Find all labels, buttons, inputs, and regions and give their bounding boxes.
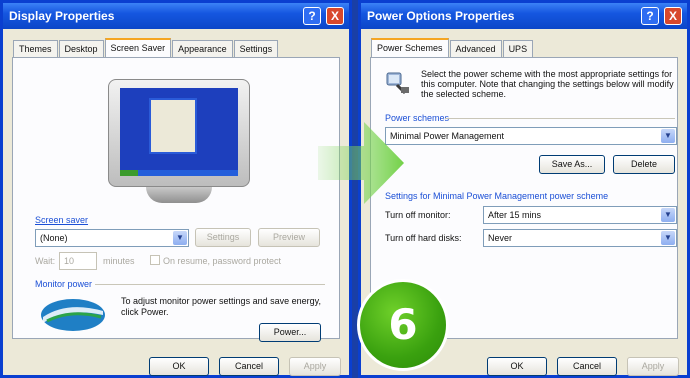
cancel-button[interactable]: Cancel — [557, 357, 617, 376]
turn-off-monitor-label: Turn off monitor: — [385, 210, 451, 220]
minutes-label: minutes — [103, 256, 135, 266]
tab-appearance[interactable]: Appearance — [172, 40, 233, 57]
help-button[interactable]: ? — [641, 7, 659, 25]
power-scheme-value: Minimal Power Management — [390, 131, 505, 141]
turn-off-disks-select[interactable]: Never ▼ — [483, 229, 677, 247]
ok-button[interactable]: OK — [149, 357, 209, 376]
tab-advanced[interactable]: Advanced — [449, 40, 502, 57]
turn-off-monitor-select[interactable]: After 15 mins ▼ — [483, 206, 677, 224]
chevron-down-icon: ▼ — [173, 231, 187, 245]
power-titlebar: Power Options Properties ? X — [361, 3, 687, 29]
turn-off-monitor-value: After 15 mins — [488, 210, 542, 220]
settings-button[interactable]: Settings — [195, 228, 251, 247]
power-tabs: Power Schemes Advanced UPS — [371, 38, 534, 57]
tab-screen-saver[interactable]: Screen Saver — [104, 38, 172, 57]
chevron-down-icon: ▼ — [661, 129, 675, 143]
on-resume-label: On resume, password protect — [163, 256, 282, 266]
right-arrow-icon — [318, 122, 404, 204]
power-title: Power Options Properties — [367, 9, 515, 23]
password-protect-checkbox[interactable] — [150, 255, 160, 265]
turn-off-disks-value: Never — [488, 233, 513, 243]
chevron-down-icon: ▼ — [661, 208, 675, 222]
delete-button[interactable]: Delete — [613, 155, 675, 174]
display-title: Display Properties — [9, 9, 115, 23]
preview-button[interactable]: Preview — [258, 228, 320, 247]
monitor-power-text: To adjust monitor power settings and sav… — [121, 296, 321, 317]
screen-saver-value: (None) — [40, 233, 68, 243]
power-schemes-divider — [445, 118, 675, 119]
display-titlebar: Display Properties ? X — [3, 3, 349, 29]
close-button[interactable]: X — [326, 7, 344, 25]
power-button[interactable]: Power... — [259, 323, 321, 342]
monitor-power-label: Monitor power — [35, 279, 93, 289]
power-scheme-select[interactable]: Minimal Power Management ▼ — [385, 127, 677, 145]
apply-button[interactable]: Apply — [627, 357, 679, 376]
apply-button[interactable]: Apply — [289, 357, 341, 376]
settings-for-label: Settings for Minimal Power Management po… — [385, 191, 609, 201]
save-as-button[interactable]: Save As... — [539, 155, 605, 174]
tab-desktop[interactable]: Desktop — [58, 40, 104, 57]
wait-label: Wait: — [35, 256, 56, 266]
ok-button[interactable]: OK — [487, 357, 547, 376]
tab-settings[interactable]: Settings — [233, 40, 279, 57]
power-description: Select the power scheme with the most ap… — [421, 69, 674, 99]
screen-saver-label: Screen saver — [35, 215, 89, 225]
display-properties-window: Display Properties ? X Themes Desktop Sc… — [0, 0, 352, 378]
display-tabs: Themes Desktop Screen Saver Appearance S… — [13, 38, 279, 57]
step-six-badge: 6 — [357, 279, 449, 371]
tab-themes[interactable]: Themes — [13, 40, 58, 57]
cancel-button[interactable]: Cancel — [219, 357, 279, 376]
help-button[interactable]: ? — [303, 7, 321, 25]
energy-star-logo — [41, 299, 105, 331]
wait-spinner[interactable]: 10 — [59, 252, 97, 270]
chevron-down-icon: ▼ — [661, 231, 675, 245]
monitor-preview-icon — [102, 79, 256, 203]
close-button[interactable]: X — [664, 7, 682, 25]
screen-saver-select[interactable]: (None) ▼ — [35, 229, 189, 247]
tab-power-schemes[interactable]: Power Schemes — [371, 38, 449, 57]
monitor-power-divider — [95, 284, 325, 285]
turn-off-disks-label: Turn off hard disks: — [385, 233, 462, 243]
power-plug-icon — [386, 72, 409, 95]
tab-ups[interactable]: UPS — [502, 40, 534, 57]
wait-value: 10 — [64, 256, 75, 266]
